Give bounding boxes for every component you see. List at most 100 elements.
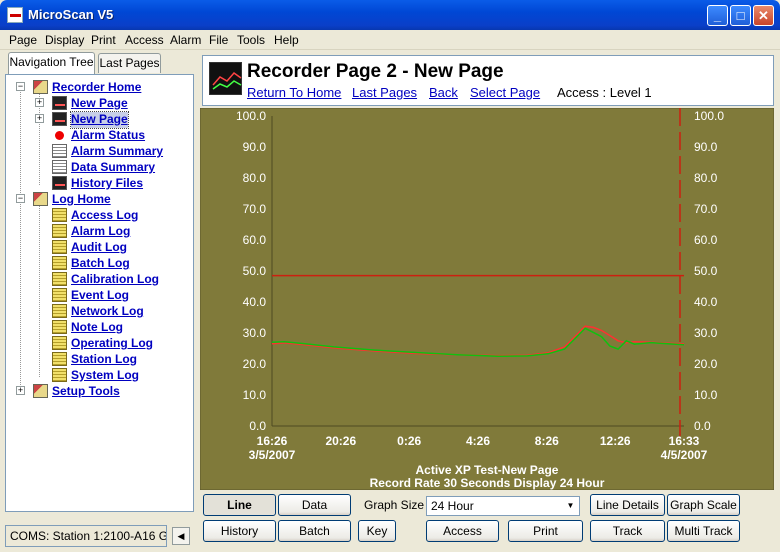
house-icon [33,80,48,94]
y-tick-label-left: 70.0 [243,202,267,216]
menu-display[interactable]: Display [45,33,84,47]
y-tick-label-left: 50.0 [243,264,267,278]
log-icon [52,368,67,382]
tree-node[interactable]: Alarm Summary [71,144,163,160]
access-button[interactable]: Access [426,520,499,542]
tree-node[interactable]: Operating Log [71,336,153,352]
tree-node[interactable]: Access Log [71,208,138,224]
multi-track-button[interactable]: Multi Track [667,520,740,542]
tree-node[interactable]: New Page [71,96,128,112]
tab-navigation-tree[interactable]: Navigation Tree [8,52,95,74]
return-home-link[interactable]: Return To Home [247,85,341,100]
minimize-button[interactable]: _ [707,5,728,26]
tab-last-pages[interactable]: Last Pages [98,53,161,73]
y-tick-label-right: 60.0 [694,233,718,247]
tree-line [20,89,21,391]
graph-scale-button[interactable]: Graph Scale [667,494,740,516]
left-panel: Navigation Tree Last Pages − Recorder Hom… [0,50,198,552]
menu-file[interactable]: File [209,33,228,47]
tree-node[interactable]: Batch Log [71,256,130,272]
history-button[interactable]: History [203,520,276,542]
tree-node[interactable]: Note Log [71,320,123,336]
collapse-icon[interactable]: − [16,82,25,91]
y-tick-label-left: 30.0 [243,326,267,340]
tree-node[interactable]: Alarm Log [71,224,130,240]
y-tick-label-left: 90.0 [243,140,267,154]
tree-node[interactable]: History Files [71,176,143,192]
log-icon [52,256,67,270]
line-details-button[interactable]: Line Details [590,494,665,516]
menu-page[interactable]: Page [9,33,37,47]
menu-access[interactable]: Access [125,33,164,47]
menu-tools[interactable]: Tools [237,33,265,47]
tree-node[interactable]: Recorder Home [52,80,141,96]
expand-icon[interactable]: + [35,114,44,123]
house-icon [33,192,48,206]
x-tick-time: 4:26 [466,434,490,448]
tree-node[interactable]: Data Summary [71,160,155,176]
y-tick-label-left: 100.0 [236,109,266,123]
x-tick-time: 12:26 [600,434,631,448]
y-tick-label-right: 10.0 [694,388,718,402]
y-tick-label-right: 70.0 [694,202,718,216]
chevron-down-icon[interactable]: ▼ [563,498,578,514]
expand-icon[interactable]: + [35,98,44,107]
tree-node[interactable]: New Page [70,111,129,129]
select-page-link[interactable]: Select Page [470,85,540,100]
data-button[interactable]: Data [278,494,351,516]
y-tick-label-left: 80.0 [243,171,267,185]
x-tick-time: 20:26 [325,434,356,448]
x-tick-date: 4/5/2007 [661,448,708,462]
x-tick-time: 0:26 [397,434,421,448]
title-bar[interactable]: MicroScan V5 _ □ ✕ [0,0,780,30]
menu-help[interactable]: Help [274,33,299,47]
close-button[interactable]: ✕ [753,5,774,26]
log-icon [52,336,67,350]
chart-footer-text: Record Rate 30 Seconds Display 24 Hour [370,476,605,490]
back-link[interactable]: Back [429,85,458,100]
expand-icon[interactable]: + [16,386,25,395]
log-icon [52,224,67,238]
access-level: Access : Level 1 [557,85,652,100]
tree-node[interactable]: Alarm Status [71,128,145,144]
log-icon [52,272,67,286]
print-button[interactable]: Print [508,520,583,542]
y-tick-label-left: 20.0 [243,357,267,371]
tree-node[interactable]: Setup Tools [52,384,120,400]
recorder-chart[interactable]: 100.0 100.0 90.0 90.0 80.0 80.0 70.0 70.0 60.0 60… [200,108,774,490]
line-button[interactable]: Line [203,494,276,516]
y-tick-label-left: 0.0 [249,419,266,433]
x-tick-date: 3/5/2007 [249,448,296,462]
x-tick-time: 16:26 [257,434,288,448]
maximize-button[interactable]: □ [730,5,751,26]
tree-node[interactable]: Log Home [52,192,111,208]
menu-alarm[interactable]: Alarm [170,33,201,47]
tree-node[interactable]: Network Log [71,304,144,320]
graph-size-select[interactable]: 24 Hour ▼ [426,496,580,516]
recorder-icon [52,96,67,110]
recorder-icon [52,176,67,190]
last-pages-link[interactable]: Last Pages [352,85,417,100]
log-icon [52,208,67,222]
tree-node[interactable]: Calibration Log [71,272,159,288]
tree-node[interactable]: Audit Log [71,240,127,256]
batch-button[interactable]: Batch [278,520,351,542]
chart-background [200,108,774,490]
control-bar: Line Data Graph Size 24 Hour ▼ Line Deta… [200,491,774,552]
key-button[interactable]: Key [358,520,396,542]
tree-node[interactable]: System Log [71,368,139,384]
tree-node[interactable]: Station Log [71,352,137,368]
y-tick-label-left: 10.0 [243,388,267,402]
collapse-icon[interactable]: − [16,194,25,203]
y-tick-label-left: 60.0 [243,233,267,247]
window-title: MicroScan V5 [28,7,114,22]
y-tick-label-right: 90.0 [694,140,718,154]
y-tick-label-right: 40.0 [694,295,718,309]
menu-print[interactable]: Print [91,33,116,47]
left-arrow-icon[interactable]: ◀ [172,527,190,545]
app-icon [7,7,23,23]
log-icon [52,304,67,318]
page-header: Recorder Page 2 - New Page Return To Hom… [202,55,774,106]
tree-node[interactable]: Event Log [71,288,129,304]
track-button[interactable]: Track [590,520,665,542]
